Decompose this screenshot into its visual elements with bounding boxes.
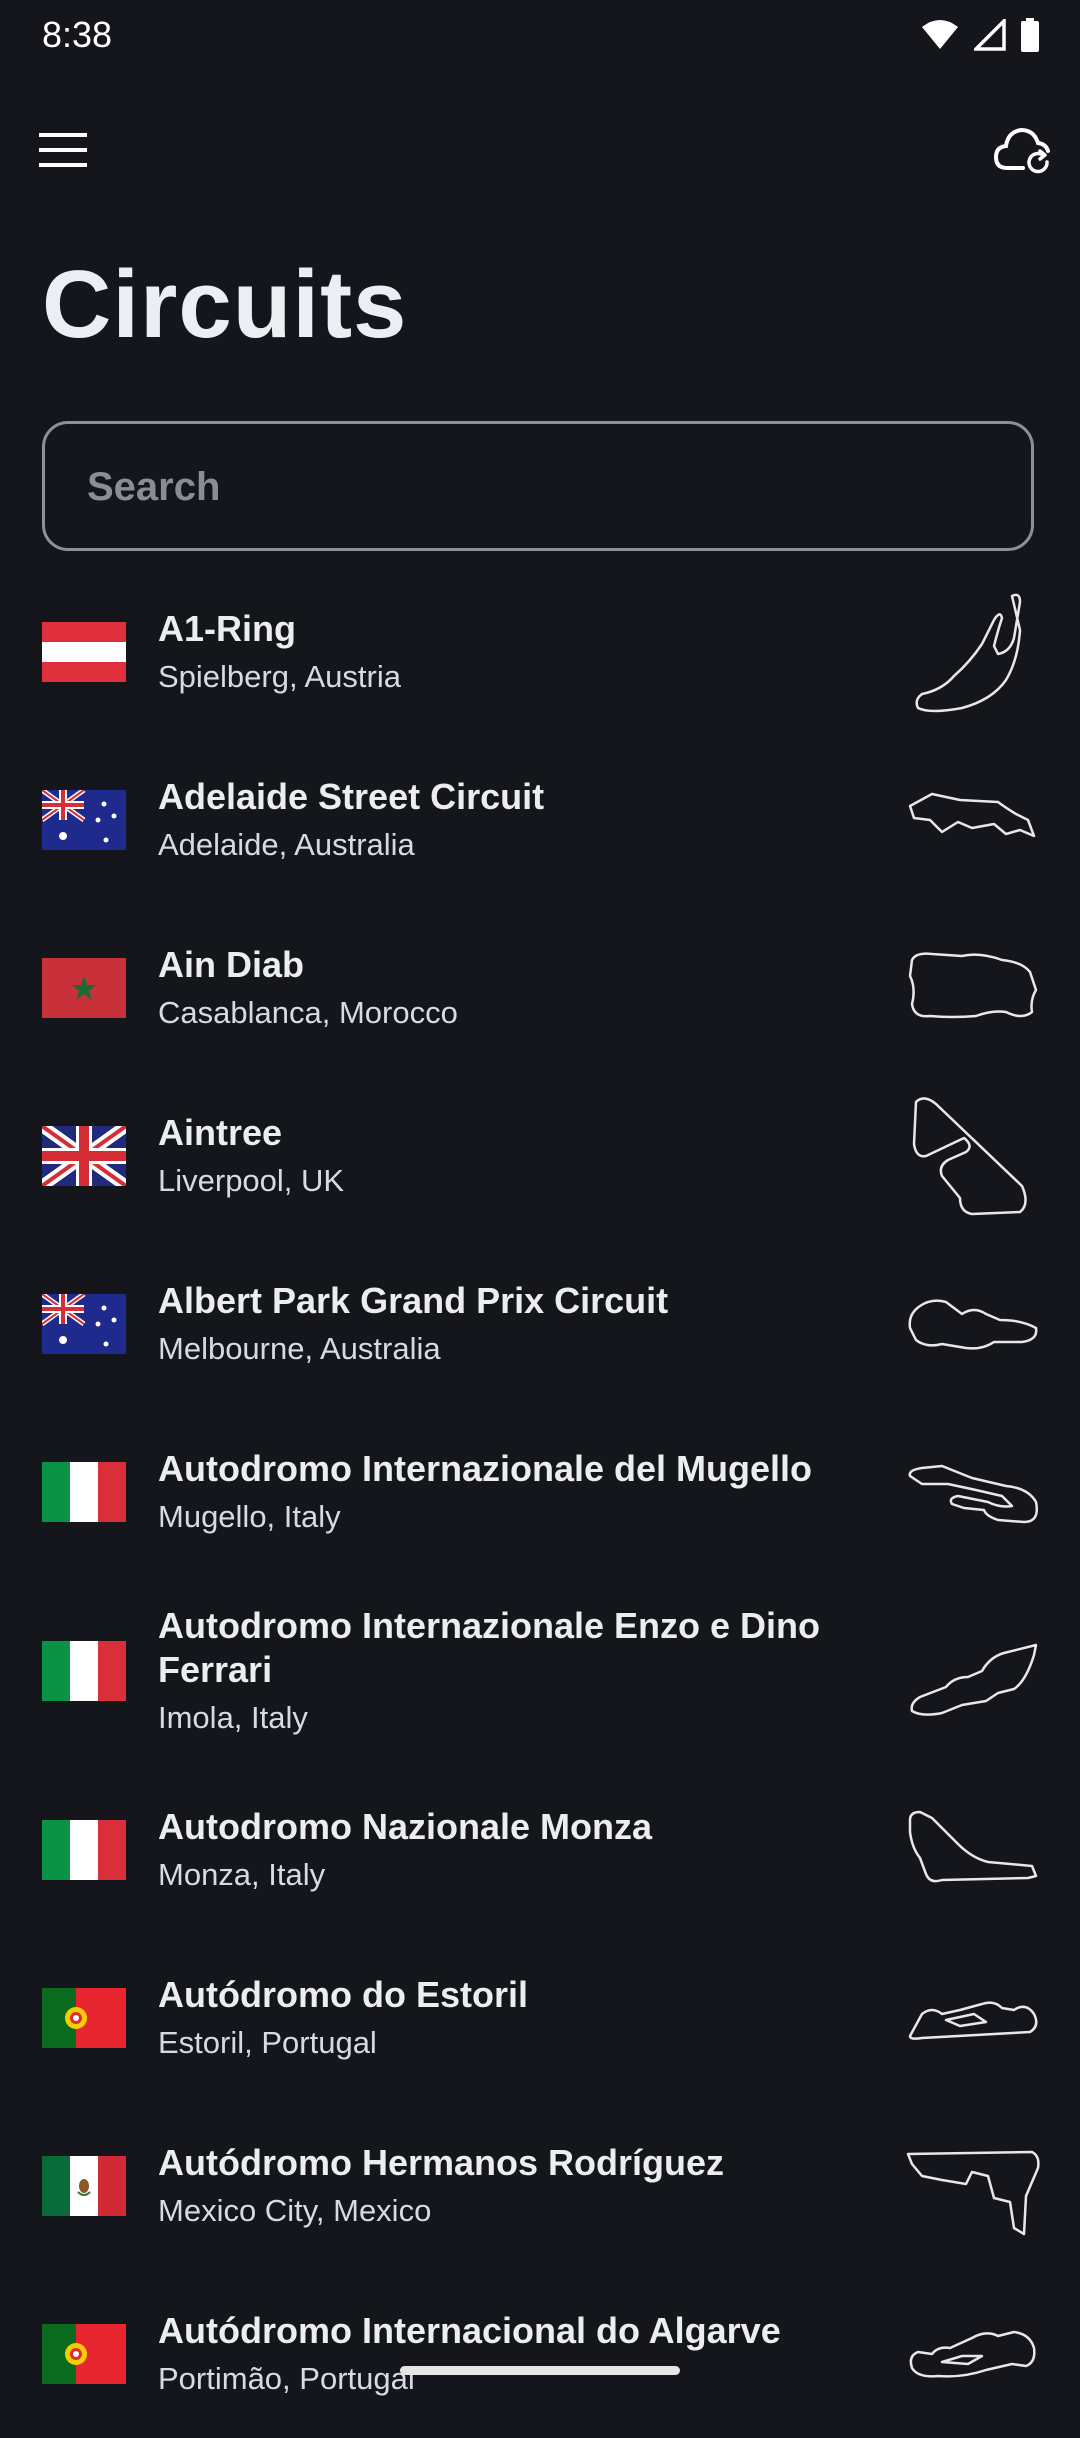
circuit-location: Portimão, Portugal bbox=[158, 2361, 415, 2396]
track-layout-icon bbox=[902, 1788, 1042, 1912]
circuit-location: Adelaide, Australia bbox=[158, 827, 415, 862]
circuit-name: A1-Ring bbox=[158, 608, 296, 649]
cloud-sync-icon bbox=[993, 127, 1050, 174]
track-layout-icon bbox=[902, 1094, 1042, 1218]
list-item-aintree[interactable]: Aintree Liverpool, UK bbox=[0, 1072, 1080, 1240]
track-layout-icon bbox=[902, 2292, 1042, 2416]
italy-flag-icon bbox=[42, 1462, 126, 1522]
circuit-name: Aintree bbox=[158, 1112, 283, 1153]
track-layout-icon bbox=[902, 2124, 1042, 2248]
circuit-location: Mexico City, Mexico bbox=[158, 2193, 432, 2228]
morocco-flag-icon bbox=[42, 958, 126, 1018]
search-input[interactable] bbox=[85, 424, 989, 550]
list-item-adelaide-street-circuit[interactable]: Adelaide Street Circuit Adelaide, Austra… bbox=[0, 736, 1080, 904]
italy-flag-icon bbox=[42, 1820, 126, 1880]
circuit-name: Autódromo do Estoril bbox=[158, 1974, 528, 2015]
circuit-location: Melbourne, Australia bbox=[158, 1331, 441, 1366]
search-box[interactable] bbox=[42, 421, 1034, 551]
circuit-location: Casablanca, Morocco bbox=[158, 995, 458, 1030]
status-bar: 8:38 bbox=[0, 0, 1080, 72]
circuit-location: Mugello, Italy bbox=[158, 1499, 341, 1534]
australia-flag-icon bbox=[42, 1294, 126, 1354]
page-title: Circuits bbox=[42, 251, 408, 358]
list-item-imola[interactable]: Autodromo Internazionale Enzo e Dino Fer… bbox=[0, 1576, 1080, 1766]
track-layout-icon bbox=[902, 758, 1042, 882]
circuit-location: Monza, Italy bbox=[158, 1857, 326, 1892]
circuit-location: Estoril, Portugal bbox=[158, 2025, 377, 2060]
menu-button[interactable] bbox=[30, 122, 96, 178]
austria-flag-icon bbox=[42, 622, 126, 682]
circuit-name: Autodromo Nazionale Monza bbox=[158, 1806, 652, 1847]
circuit-location: Imola, Italy bbox=[158, 1700, 308, 1735]
track-layout-icon bbox=[902, 1609, 1042, 1733]
portugal-flag-icon bbox=[42, 1988, 126, 2048]
mexico-flag-icon bbox=[42, 2156, 126, 2216]
circuit-name: Autodromo Internazionale del Mugello bbox=[158, 1448, 813, 1489]
circuit-name: Adelaide Street Circuit bbox=[158, 776, 545, 817]
circuit-list: A1-Ring Spielberg, Austria Adelaide Stre… bbox=[0, 568, 1080, 2438]
circuit-location: Spielberg, Austria bbox=[158, 659, 401, 694]
hamburger-menu-icon bbox=[39, 133, 87, 167]
australia-flag-icon bbox=[42, 790, 126, 850]
list-item-albert-park[interactable]: Albert Park Grand Prix Circuit Melbourne… bbox=[0, 1240, 1080, 1408]
track-layout-icon bbox=[902, 1262, 1042, 1386]
circuit-name: Albert Park Grand Prix Circuit bbox=[158, 1280, 669, 1321]
sync-button[interactable] bbox=[990, 120, 1056, 180]
track-layout-icon bbox=[902, 590, 1042, 714]
battery-icon bbox=[1021, 18, 1039, 52]
list-item-a1-ring[interactable]: A1-Ring Spielberg, Austria bbox=[0, 568, 1080, 736]
track-layout-icon bbox=[902, 1430, 1042, 1554]
circuit-name: Ain Diab bbox=[158, 944, 305, 985]
track-layout-icon bbox=[902, 926, 1042, 1050]
status-time: 8:38 bbox=[42, 14, 113, 55]
italy-flag-icon bbox=[42, 1641, 126, 1701]
circuit-name: Autódromo Hermanos Rodríguez bbox=[158, 2142, 725, 2183]
circuit-name: Autodromo Internazionale Enzo e Dino Fer… bbox=[158, 1605, 821, 1690]
uk-flag-icon bbox=[42, 1126, 126, 1186]
list-item-mugello[interactable]: Autodromo Internazionale del Mugello Mug… bbox=[0, 1408, 1080, 1576]
list-item-algarve[interactable]: Autódromo Internacional do Algarve Porti… bbox=[0, 2270, 1080, 2438]
status-icons bbox=[920, 18, 1040, 52]
circuit-name: Autódromo Internacional do Algarve bbox=[158, 2310, 781, 2351]
list-item-ain-diab[interactable]: Ain Diab Casablanca, Morocco bbox=[0, 904, 1080, 1072]
circuit-location: Liverpool, UK bbox=[158, 1163, 345, 1198]
list-item-hermanos-rodriguez[interactable]: Autódromo Hermanos Rodríguez Mexico City… bbox=[0, 2102, 1080, 2270]
track-layout-icon bbox=[902, 1956, 1042, 2080]
cellular-signal-icon bbox=[974, 19, 1006, 51]
wifi-icon bbox=[922, 20, 958, 49]
list-item-monza[interactable]: Autodromo Nazionale Monza Monza, Italy bbox=[0, 1766, 1080, 1934]
list-item-estoril[interactable]: Autódromo do Estoril Estoril, Portugal bbox=[0, 1934, 1080, 2102]
home-indicator[interactable] bbox=[400, 2366, 680, 2375]
app-bar bbox=[0, 110, 1080, 190]
portugal-flag-icon bbox=[42, 2324, 126, 2384]
